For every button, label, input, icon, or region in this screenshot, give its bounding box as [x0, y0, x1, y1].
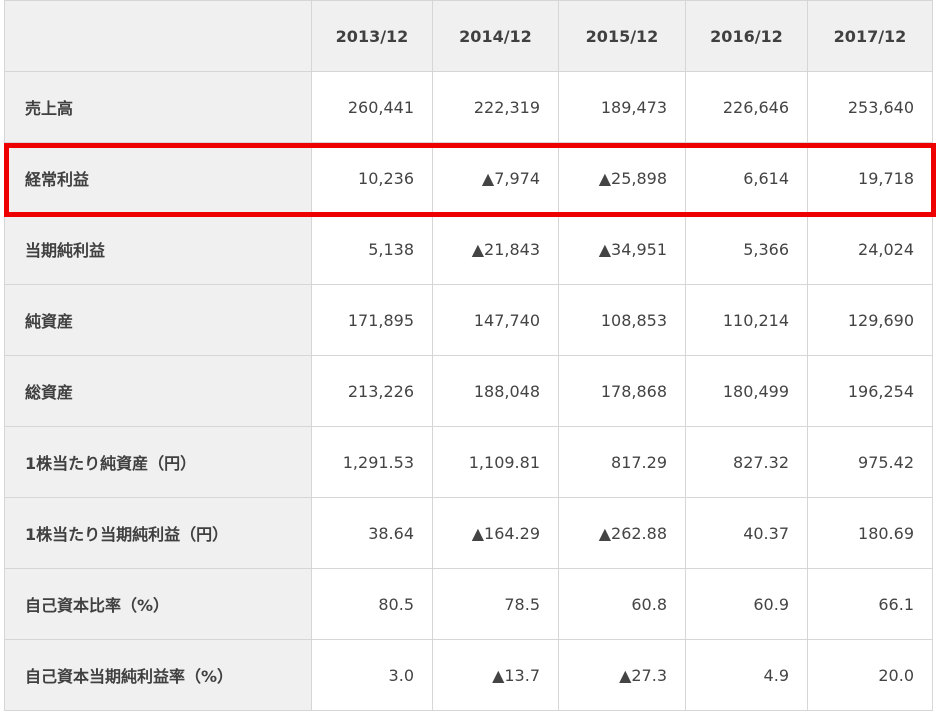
table-cell: 24,024 — [807, 213, 933, 285]
row-label: 自己資本比率（%） — [4, 568, 312, 640]
table-cell: 40.37 — [685, 497, 808, 569]
row-label: 自己資本当期純利益率（%） — [4, 639, 312, 711]
table-cell: 110,214 — [685, 284, 808, 356]
table-cell: 975.42 — [807, 426, 933, 498]
table-cell: 78.5 — [432, 568, 559, 640]
table-cell: 253,640 — [807, 71, 933, 143]
table-cell: 196,254 — [807, 355, 933, 427]
table-cell: 6,614 — [685, 142, 808, 214]
table-cell: 178,868 — [558, 355, 686, 427]
table-cell: 226,646 — [685, 71, 808, 143]
table-cell: 147,740 — [432, 284, 559, 356]
header-row: 2013/12 2014/12 2015/12 2016/12 2017/12 — [4, 0, 933, 72]
column-header: 2017/12 — [807, 0, 933, 72]
table-cell: 180.69 — [807, 497, 933, 569]
table-cell: 3.0 — [311, 639, 433, 711]
table-cell: 5,366 — [685, 213, 808, 285]
table-cell: 1,109.81 — [432, 426, 559, 498]
table-cell: ▲34,951 — [558, 213, 686, 285]
table-row-roe: 自己資本当期純利益率（%） 3.0 ▲13.7 ▲27.3 4.9 20.0 — [4, 639, 933, 711]
row-label: 1株当たり純資産（円） — [4, 426, 312, 498]
row-label: 総資産 — [4, 355, 312, 427]
table-cell: 80.5 — [311, 568, 433, 640]
table-cell: 20.0 — [807, 639, 933, 711]
table-cell: ▲25,898 — [558, 142, 686, 214]
table-cell: 817.29 — [558, 426, 686, 498]
table-cell: 5,138 — [311, 213, 433, 285]
table-cell: ▲7,974 — [432, 142, 559, 214]
table-cell: 4.9 — [685, 639, 808, 711]
row-label: 経常利益 — [4, 142, 312, 214]
financial-table-container: 2013/12 2014/12 2015/12 2016/12 2017/12 … — [4, 0, 933, 711]
row-label: 当期純利益 — [4, 213, 312, 285]
table-cell: ▲27.3 — [558, 639, 686, 711]
table-cell: 222,319 — [432, 71, 559, 143]
table-cell: 19,718 — [807, 142, 933, 214]
table-cell: 1,291.53 — [311, 426, 433, 498]
table-row-eps: 1株当たり当期純利益（円） 38.64 ▲164.29 ▲262.88 40.3… — [4, 497, 933, 569]
table-row-net-income: 当期純利益 5,138 ▲21,843 ▲34,951 5,366 24,024 — [4, 213, 933, 285]
table-cell: 188,048 — [432, 355, 559, 427]
row-label: 1株当たり当期純利益（円） — [4, 497, 312, 569]
table-cell: ▲21,843 — [432, 213, 559, 285]
table-cell: ▲262.88 — [558, 497, 686, 569]
table-cell: 180,499 — [685, 355, 808, 427]
table-row-net-assets: 純資産 171,895 147,740 108,853 110,214 129,… — [4, 284, 933, 356]
table-row-net-sales: 売上高 260,441 222,319 189,473 226,646 253,… — [4, 71, 933, 143]
column-header: 2015/12 — [558, 0, 686, 72]
financial-summary-table: 2013/12 2014/12 2015/12 2016/12 2017/12 … — [4, 0, 933, 711]
table-cell: 10,236 — [311, 142, 433, 214]
table-cell: ▲164.29 — [432, 497, 559, 569]
column-header: 2014/12 — [432, 0, 559, 72]
table-cell: 827.32 — [685, 426, 808, 498]
corner-cell — [4, 0, 312, 72]
table-cell: 260,441 — [311, 71, 433, 143]
table-row-bps: 1株当たり純資産（円） 1,291.53 1,109.81 817.29 827… — [4, 426, 933, 498]
table-cell: 66.1 — [807, 568, 933, 640]
column-header: 2016/12 — [685, 0, 808, 72]
table-cell: 60.8 — [558, 568, 686, 640]
table-cell: 189,473 — [558, 71, 686, 143]
row-label: 売上高 — [4, 71, 312, 143]
table-cell: 171,895 — [311, 284, 433, 356]
table-cell: 108,853 — [558, 284, 686, 356]
column-header: 2013/12 — [311, 0, 433, 72]
table-cell: 60.9 — [685, 568, 808, 640]
table-cell: 213,226 — [311, 355, 433, 427]
table-row-equity-ratio: 自己資本比率（%） 80.5 78.5 60.8 60.9 66.1 — [4, 568, 933, 640]
table-cell: ▲13.7 — [432, 639, 559, 711]
table-cell: 38.64 — [311, 497, 433, 569]
table-cell: 129,690 — [807, 284, 933, 356]
table-row-total-assets: 総資産 213,226 188,048 178,868 180,499 196,… — [4, 355, 933, 427]
table-row-ordinary-income: 経常利益 10,236 ▲7,974 ▲25,898 6,614 19,718 — [4, 142, 933, 214]
row-label: 純資産 — [4, 284, 312, 356]
